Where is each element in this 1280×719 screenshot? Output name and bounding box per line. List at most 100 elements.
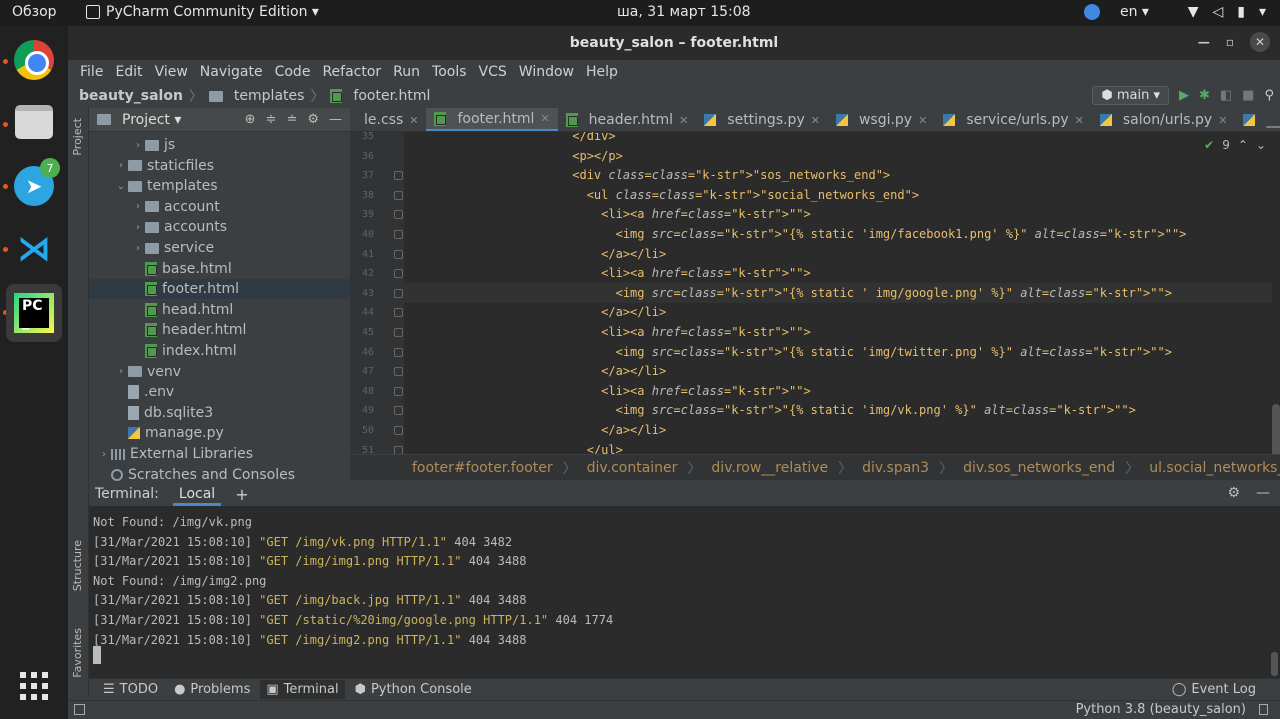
menu-tools[interactable]: Tools [426, 64, 473, 80]
stop-icon[interactable]: ■ [1242, 88, 1254, 103]
dock-vscode[interactable]: ⋊ [8, 223, 60, 275]
dock-telegram[interactable]: ➤ 7 [8, 158, 60, 212]
code-line[interactable]: </ul> [404, 440, 1272, 454]
menu-window[interactable]: Window [513, 64, 580, 80]
structure-tool-tab[interactable]: Structure [71, 540, 84, 591]
nav-file[interactable]: footer.html [353, 88, 430, 104]
code-breadcrumb-item[interactable]: div.span3 [862, 460, 929, 476]
tree-item[interactable]: › service [89, 238, 350, 258]
tree-item[interactable]: .env [89, 382, 350, 402]
fold-marker-icon[interactable] [394, 328, 403, 337]
fold-marker-icon[interactable] [394, 249, 403, 259]
fold-marker-icon[interactable] [394, 210, 403, 220]
fold-marker-icon[interactable] [394, 171, 403, 181]
fold-marker-icon[interactable] [394, 230, 403, 239]
code-line[interactable]: <img src=class="k-str">"{% static 'img/v… [404, 400, 1272, 420]
favorites-tool-tab[interactable]: Favorites [71, 628, 84, 678]
code-breadcrumb-item[interactable]: div.container [587, 460, 678, 476]
terminal-tab-local[interactable]: Local [172, 482, 222, 506]
menu-run[interactable]: Run [387, 64, 426, 80]
editor-tab[interactable]: __init__.py✕ [1235, 108, 1280, 131]
code-line[interactable]: </a></li> [404, 420, 1272, 440]
debug-icon[interactable]: ✱ [1199, 88, 1210, 103]
menu-refactor[interactable]: Refactor [316, 64, 387, 80]
chevron-right-icon[interactable]: › [131, 201, 145, 212]
dock-chrome[interactable] [8, 34, 60, 86]
locate-icon[interactable]: ⊕ [245, 112, 256, 127]
python-console-tool-button[interactable]: ⬢ Python Console [349, 680, 478, 699]
chevron-right-icon[interactable]: › [114, 366, 128, 377]
fold-marker-icon[interactable] [394, 269, 403, 279]
close-tab-icon[interactable]: ✕ [409, 114, 418, 127]
code-breadcrumb-item[interactable]: div.row__relative [711, 460, 828, 476]
gear-icon[interactable]: ⚙ [1227, 485, 1240, 501]
chevron-up-icon[interactable]: ⌃ [1238, 138, 1248, 152]
code-line[interactable]: </a></li> [404, 302, 1272, 322]
editor-tab[interactable]: wsgi.py ✕ [828, 108, 935, 131]
tree-item[interactable]: › js [89, 135, 350, 155]
editor-tab[interactable]: settings.py ✕ [696, 108, 828, 131]
run-configuration-select[interactable]: ⬢ main ▾ [1092, 85, 1169, 105]
collapse-all-icon[interactable]: ≐ [286, 112, 297, 127]
dock-pycharm[interactable]: PC _ [6, 284, 62, 342]
menu-code[interactable]: Code [269, 64, 317, 80]
menu-help[interactable]: Help [580, 64, 624, 80]
tree-item[interactable]: › External Libraries [89, 444, 350, 464]
project-tool-tab[interactable]: Project [71, 118, 84, 156]
nav-folder[interactable]: templates [234, 88, 305, 104]
fold-marker-icon[interactable] [394, 426, 403, 435]
terminal-scrollbar[interactable] [1271, 652, 1278, 676]
code-line[interactable]: </div> [404, 132, 1272, 146]
chevron-right-icon[interactable]: › [131, 140, 145, 151]
show-applications-button[interactable] [8, 660, 60, 712]
new-terminal-button[interactable]: + [235, 485, 248, 504]
lock-icon[interactable] [1259, 704, 1268, 715]
chevron-right-icon[interactable]: › [131, 243, 145, 254]
tool-windows-toggle-icon[interactable] [74, 704, 85, 715]
code-line[interactable]: <li><a href=class="k-str">""> [404, 204, 1272, 224]
fold-marker-icon[interactable] [394, 308, 403, 318]
fold-marker-icon[interactable] [394, 288, 403, 298]
code-line[interactable]: <img src=class="k-str">"{% static 'img/t… [404, 342, 1272, 362]
code-line[interactable]: <li><a href=class="k-str">""> [404, 263, 1272, 283]
expand-all-icon[interactable]: ≑ [266, 112, 277, 127]
todo-tool-button[interactable]: ☰ TODO [97, 680, 164, 699]
tree-item[interactable]: index.html [89, 341, 350, 361]
code-line[interactable]: <li><a href=class="k-str">""> [404, 322, 1272, 342]
close-tab-icon[interactable]: ✕ [811, 114, 820, 127]
chevron-right-icon[interactable]: ⌄ [114, 181, 128, 192]
editor-tab[interactable]: salon/urls.py ✕ [1092, 108, 1236, 131]
fold-marker-icon[interactable] [394, 367, 403, 377]
code-line[interactable]: <p></p> [404, 146, 1272, 166]
dock-files[interactable] [8, 96, 60, 148]
problems-tool-button[interactable]: ● Problems [168, 680, 256, 699]
menu-vcs[interactable]: VCS [473, 64, 513, 80]
code-line[interactable]: <ul class=class="k-str">"social_networks… [404, 185, 1272, 205]
project-view-selector[interactable]: Project ▾ [122, 112, 181, 128]
code-line[interactable]: <img src=class="k-str">"{% static 'img/f… [404, 224, 1272, 244]
event-log-button[interactable]: ◯ Event Log [1172, 682, 1256, 697]
globe-icon[interactable] [1084, 4, 1100, 20]
code-line[interactable]: <div class=class="k-str">"sos_networks_e… [404, 165, 1272, 185]
tree-item[interactable]: head.html [89, 300, 350, 320]
chevron-right-icon[interactable]: › [114, 160, 128, 171]
tree-item[interactable]: base.html [89, 259, 350, 279]
menu-file[interactable]: File [74, 64, 109, 80]
activities-button[interactable]: Обзор [12, 4, 57, 20]
menu-navigate[interactable]: Navigate [194, 64, 269, 80]
chevron-down-icon[interactable]: ⌄ [1256, 138, 1266, 152]
menu-edit[interactable]: Edit [109, 64, 148, 80]
chevron-right-icon[interactable]: › [131, 222, 145, 233]
code-line[interactable]: </a></li> [404, 361, 1272, 381]
code-line[interactable]: <li><a href=class="k-str">""> [404, 381, 1272, 401]
code-editor[interactable]: </div> <p></p> <div class=class="k-str">… [404, 132, 1272, 454]
tree-item[interactable]: footer.html [89, 279, 350, 300]
close-tab-icon[interactable]: ✕ [1218, 114, 1227, 127]
tree-item[interactable]: manage.py [89, 423, 350, 443]
code-breadcrumb-item[interactable]: ul.social_networks_end [1149, 460, 1280, 476]
terminal-tool-button[interactable]: ▣ Terminal [260, 680, 345, 699]
hide-icon[interactable]: — [329, 112, 342, 127]
interpreter-selector[interactable]: Python 3.8 (beauty_salon) [1076, 702, 1246, 717]
close-tab-icon[interactable]: ✕ [918, 114, 927, 127]
run-icon[interactable]: ▶ [1179, 88, 1189, 103]
